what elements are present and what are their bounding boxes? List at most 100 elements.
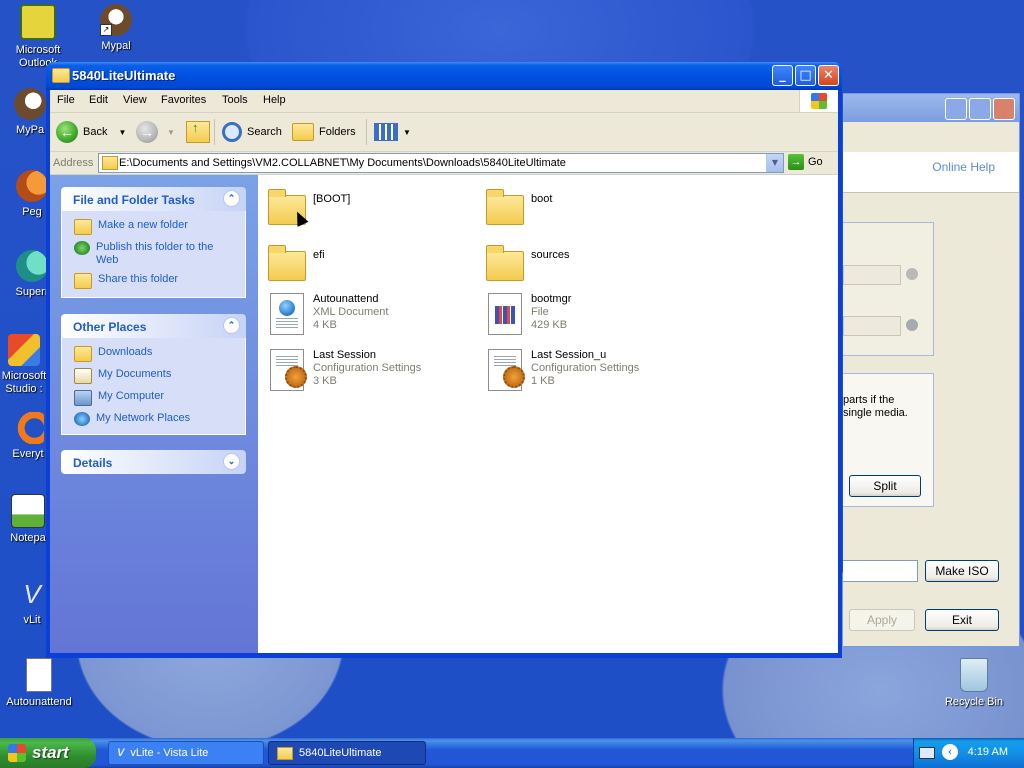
online-help-link[interactable]: Online Help [932, 160, 995, 174]
desktop-icon-recycle-bin[interactable]: Recycle Bin [936, 658, 1012, 709]
forward-button[interactable]: → ▼ [136, 119, 175, 145]
back-label: Back [83, 126, 108, 138]
views-button[interactable]: ▼ [374, 119, 411, 145]
my-documents-icon [74, 368, 92, 384]
file-item-bootmgr[interactable]: bootmgr File 429 KB [482, 291, 692, 341]
split-button[interactable]: Split [849, 475, 921, 497]
folder-icon [102, 156, 118, 170]
place-label: My Computer [98, 390, 165, 402]
file-name: sources [531, 249, 570, 261]
toolbar: ← Back ▼ → ▼ ↑ Search Folders ▼ [50, 113, 838, 152]
menu-tools[interactable]: Tools [222, 94, 248, 106]
go-label: Go [808, 156, 823, 168]
mypal-icon: ↗ [100, 4, 132, 36]
minimize-button[interactable]: _ [772, 65, 793, 86]
file-size: 3 KB [313, 375, 337, 387]
toolbar-separator [214, 119, 215, 145]
config-settings-icon [264, 347, 308, 391]
menu-help[interactable]: Help [263, 94, 286, 106]
file-item-autounattend[interactable]: Autounattend XML Document 4 KB [264, 291, 474, 341]
close-button[interactable]: ✕ [818, 65, 839, 86]
task-pane: File and Folder Tasks ⌃ Make a new folde… [50, 175, 258, 653]
explorer-window[interactable]: 5840LiteUltimate _ □ ✕ File Edit View Fa… [46, 62, 842, 658]
mypal-icon [14, 88, 46, 120]
menu-edit[interactable]: Edit [89, 94, 108, 106]
chevron-down-icon[interactable]: ▼ [118, 128, 126, 137]
show-hidden-icons-icon[interactable]: ‹ [942, 744, 958, 760]
file-item-last-session-u[interactable]: Last Session_u Configuration Settings 1 … [482, 347, 692, 397]
vlite-window-titlebar[interactable] [843, 94, 1019, 122]
menu-bar: File Edit View Favorites Tools Help [50, 90, 838, 113]
menu-favorites[interactable]: Favorites [161, 94, 206, 106]
chevron-down-icon[interactable]: ▼ [167, 128, 175, 137]
folders-button[interactable]: Folders [292, 119, 356, 145]
file-item-boot-bracket[interactable]: [BOOT] [264, 185, 474, 235]
exit-button[interactable]: Exit [925, 609, 999, 631]
xml-document-icon [264, 291, 308, 335]
place-my-computer[interactable]: My Computer [74, 390, 237, 406]
vlite-text-field[interactable] [843, 316, 901, 336]
desktop-icon-label: Autounattend [6, 696, 72, 708]
xml-document-icon [26, 658, 52, 692]
collapse-icon[interactable]: ⌃ [223, 190, 240, 207]
notepad-icon [11, 494, 45, 528]
place-downloads[interactable]: Downloads [74, 346, 237, 362]
app-icon [16, 170, 48, 202]
keyboard-icon[interactable] [919, 747, 935, 759]
browse-icon[interactable] [906, 319, 918, 331]
iso-label-input[interactable] [843, 560, 918, 582]
vlite-window[interactable]: Online Help parts if the single media. S… [843, 93, 1020, 647]
window-titlebar[interactable]: 5840LiteUltimate _ □ ✕ [46, 62, 842, 90]
chevron-down-icon[interactable]: ▼ [403, 128, 411, 137]
other-places-header[interactable]: Other Places ⌃ [61, 314, 246, 338]
folder-icon [74, 346, 92, 362]
back-button[interactable]: ← Back ▼ [56, 119, 126, 145]
publish-web-link[interactable]: Publish this folder to the Web [74, 241, 237, 267]
search-button[interactable]: Search [222, 119, 282, 145]
expand-icon[interactable]: ⌄ [223, 453, 240, 470]
clock[interactable]: 4:19 AM [968, 746, 1008, 758]
file-item-efi[interactable]: efi [264, 241, 474, 291]
make-new-folder-link[interactable]: Make a new folder [74, 219, 237, 235]
collapse-icon[interactable]: ⌃ [223, 317, 240, 334]
desktop-icon-autounattend[interactable]: Autounattend [1, 658, 77, 709]
file-name: efi [313, 249, 325, 261]
taskbar-item-explorer[interactable]: 5840LiteUltimate [268, 741, 426, 765]
task-label: Share this folder [98, 273, 179, 285]
file-type: Configuration Settings [313, 362, 422, 374]
go-button[interactable]: → Go [788, 153, 823, 171]
file-type: Configuration Settings [531, 362, 640, 374]
start-button[interactable]: start [0, 738, 96, 768]
file-item-sources[interactable]: sources [482, 241, 692, 291]
address-dropdown-button[interactable]: ▼ [766, 154, 783, 172]
maximize-button[interactable] [969, 98, 991, 120]
taskbar-item-vlite[interactable]: V vLite - Vista Lite [108, 741, 264, 765]
file-item-boot[interactable]: boot [482, 185, 692, 235]
share-folder-link[interactable]: Share this folder [74, 273, 237, 289]
desktop-icon-mypal[interactable]: ↗ Mypal [78, 4, 154, 53]
menu-file[interactable]: File [57, 94, 75, 106]
apply-button[interactable]: Apply [849, 609, 915, 631]
address-path: E:\Documents and Settings\VM2.COLLABNET\… [119, 157, 566, 169]
my-computer-icon [74, 390, 92, 406]
up-folder-button[interactable]: ↑ [186, 119, 210, 145]
file-item-last-session[interactable]: Last Session Configuration Settings 3 KB [264, 347, 474, 397]
desktop-icon-outlook[interactable]: Microsoft Outlook [0, 4, 76, 70]
close-button[interactable] [993, 98, 1015, 120]
file-type: XML Document [313, 306, 389, 318]
search-icon [222, 122, 242, 142]
file-folder-tasks-header[interactable]: File and Folder Tasks ⌃ [61, 187, 246, 211]
place-my-documents[interactable]: My Documents [74, 368, 237, 384]
refresh-icon[interactable] [906, 268, 918, 280]
maximize-button[interactable]: □ [795, 65, 816, 86]
address-input[interactable]: E:\Documents and Settings\VM2.COLLABNET\… [98, 153, 784, 173]
menu-view[interactable]: View [123, 94, 147, 106]
details-header[interactable]: Details ⌄ [61, 450, 246, 474]
make-iso-button[interactable]: Make ISO [925, 560, 999, 582]
views-icon [374, 123, 398, 141]
place-network[interactable]: My Network Places [74, 412, 237, 426]
up-folder-icon: ↑ [186, 120, 210, 143]
file-name: Last Session [313, 349, 376, 361]
vlite-select[interactable] [843, 265, 901, 285]
minimize-button[interactable] [945, 98, 967, 120]
